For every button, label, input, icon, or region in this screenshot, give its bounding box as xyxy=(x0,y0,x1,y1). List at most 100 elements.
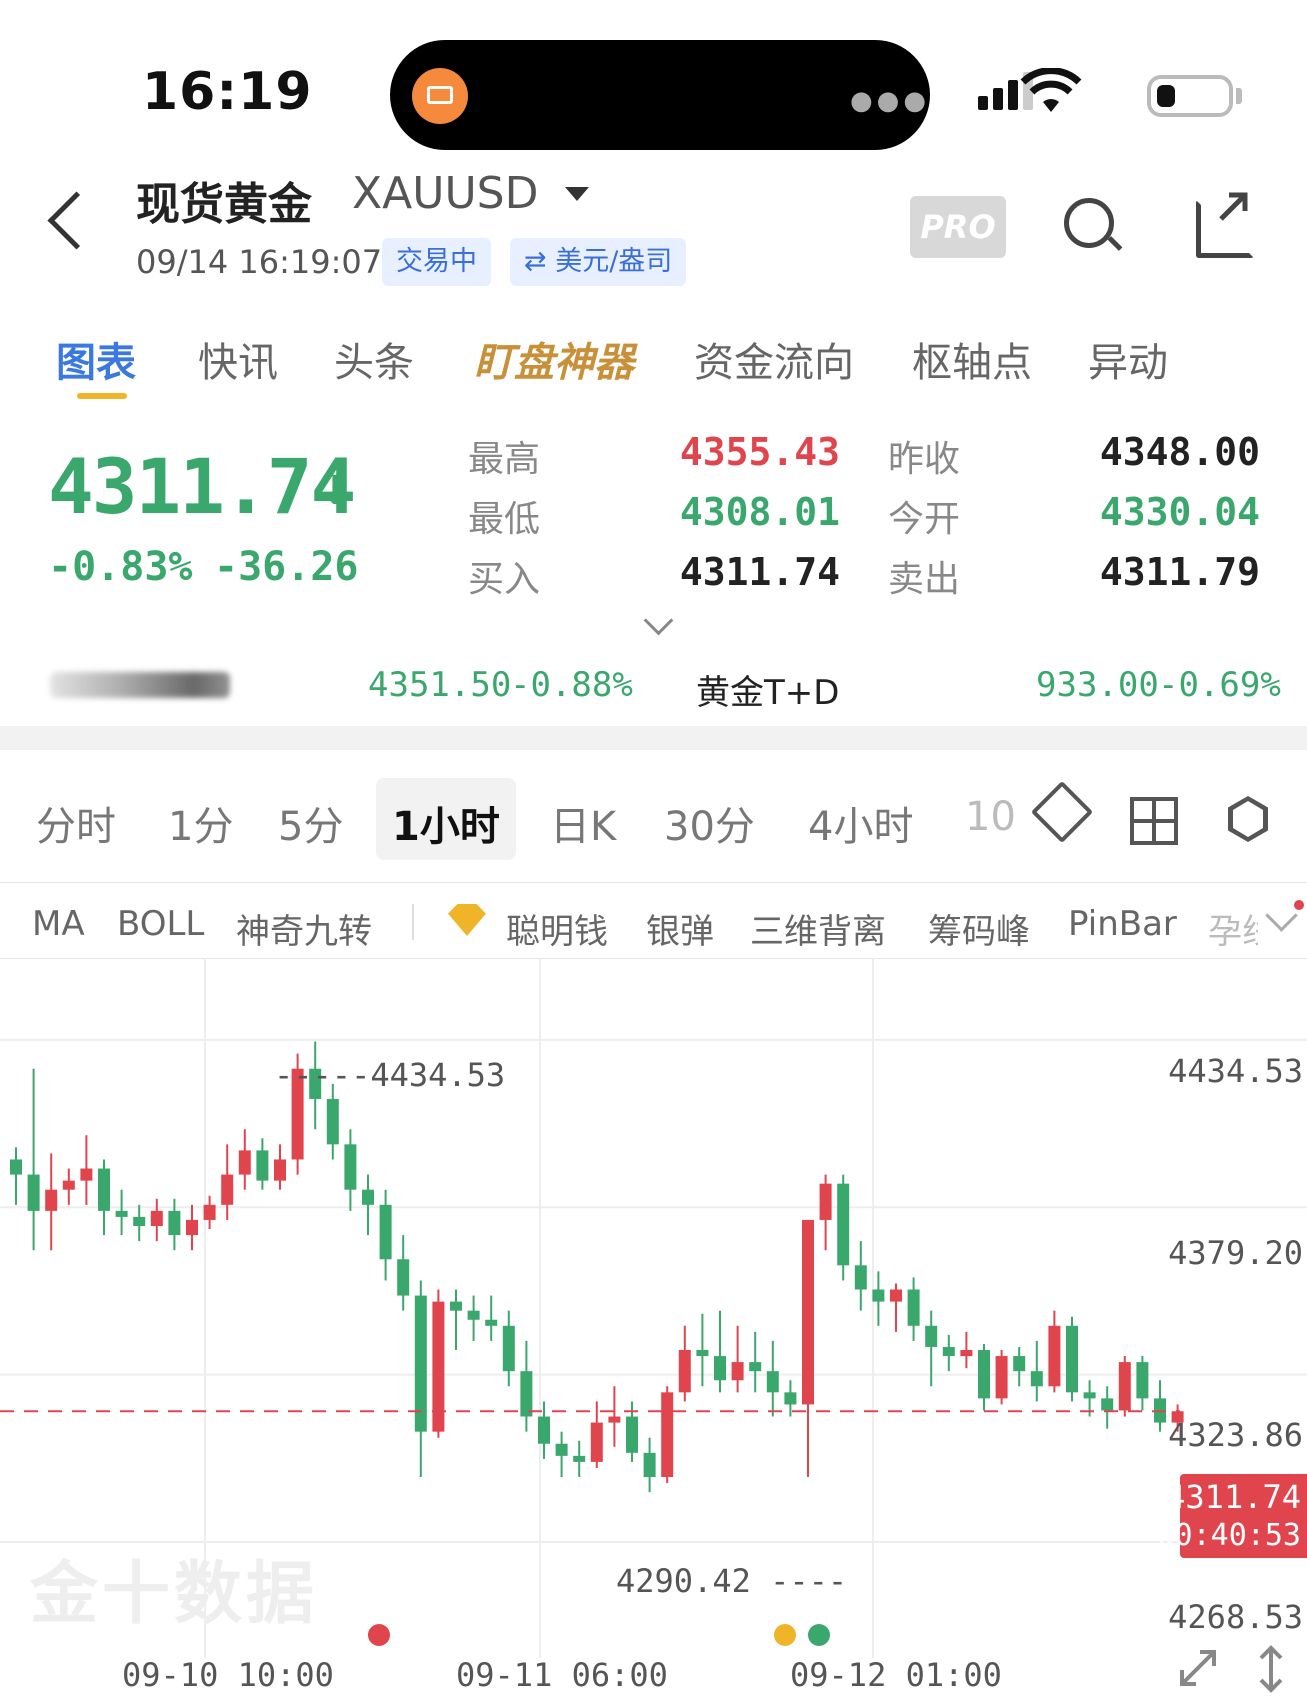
candle xyxy=(133,1204,146,1242)
unit-badge[interactable]: ⇄ 美元/盎司 xyxy=(510,238,687,286)
tab-anomaly[interactable]: 异动 xyxy=(1088,330,1168,388)
candle xyxy=(27,1068,40,1251)
last-price: 4311.74 xyxy=(48,442,356,531)
tab-chart[interactable]: 图表 xyxy=(56,330,136,388)
tab-news[interactable]: 快讯 xyxy=(198,330,278,388)
high-value: 4355.43 xyxy=(679,430,840,474)
chevron-down-icon[interactable] xyxy=(1265,899,1298,932)
candle xyxy=(520,1340,533,1432)
candle xyxy=(872,1271,885,1326)
indicator-smart-money[interactable]: 聪明钱 xyxy=(506,904,608,953)
min-annotation: 4290.42 ---- xyxy=(616,1562,848,1600)
open-label: 今开 xyxy=(888,499,961,540)
candle xyxy=(326,1083,339,1160)
candle xyxy=(1118,1356,1131,1417)
candle xyxy=(1030,1340,1043,1402)
candle xyxy=(802,1219,814,1478)
candle xyxy=(749,1331,762,1393)
indicator-separator xyxy=(412,904,414,940)
battery-icon xyxy=(1147,75,1233,117)
indicator-divergence[interactable]: 三维背离 xyxy=(750,904,886,953)
period-1m[interactable]: 1分 xyxy=(168,794,233,852)
tab-capital-flow[interactable]: 资金流向 xyxy=(694,330,854,388)
indicator-boll[interactable]: BOLL xyxy=(117,904,204,944)
active-tab-indicator xyxy=(77,393,127,399)
candle xyxy=(362,1174,374,1236)
indicator-harami[interactable]: 孕线 xyxy=(1208,904,1258,953)
candle xyxy=(80,1135,93,1205)
tab-monitor[interactable]: 盯盘神器 xyxy=(474,330,634,388)
indicator-pinbar[interactable]: PinBar xyxy=(1068,904,1177,944)
related-2-name[interactable]: 黄金T+D xyxy=(696,665,839,714)
change-absolute: -36.26 xyxy=(214,544,359,590)
low-label: 最低 xyxy=(468,499,541,540)
ask-label: 卖出 xyxy=(888,559,961,600)
candle xyxy=(854,1241,867,1311)
expand-chevron-icon[interactable] xyxy=(643,605,674,636)
candle xyxy=(1136,1356,1149,1411)
event-marker[interactable] xyxy=(368,1624,390,1646)
share-icon[interactable] xyxy=(1196,192,1254,258)
instrument-title: 现货黄金 xyxy=(136,179,312,230)
indicator-ma[interactable]: MA xyxy=(32,904,85,944)
period-1h[interactable]: 1小时 xyxy=(392,794,500,852)
back-icon[interactable] xyxy=(47,191,106,250)
period-5m[interactable]: 5分 xyxy=(278,794,343,852)
period-daily[interactable]: 日K xyxy=(550,794,616,852)
fullscreen-icon[interactable] xyxy=(1176,1646,1220,1694)
candle xyxy=(10,1147,22,1205)
scroll-updown-icon[interactable] xyxy=(1256,1644,1286,1698)
indicator-chip-peak[interactable]: 筹码峰 xyxy=(928,904,1030,953)
indicator-td9[interactable]: 神奇九转 xyxy=(236,904,372,953)
candle xyxy=(274,1144,286,1190)
open-value: 4330.04 xyxy=(1099,490,1260,534)
period-more[interactable]: 10 xyxy=(965,794,1016,840)
quote-datetime: 09/14 16:19:07 xyxy=(136,243,383,281)
status-badge: 交易中 xyxy=(382,238,491,286)
change-percent: -0.83% xyxy=(48,544,193,590)
candle xyxy=(467,1295,480,1341)
candle xyxy=(414,1280,427,1478)
event-marker[interactable] xyxy=(808,1624,830,1646)
period-timeshare[interactable]: 分时 xyxy=(36,794,116,852)
candle xyxy=(714,1310,726,1393)
layout-grid-icon[interactable] xyxy=(1130,797,1178,845)
candle xyxy=(450,1289,462,1350)
candle xyxy=(397,1235,410,1311)
notification-dot xyxy=(1294,900,1304,910)
candle xyxy=(115,1189,128,1236)
period-30m[interactable]: 30分 xyxy=(664,794,755,852)
candle xyxy=(1101,1386,1114,1429)
blurred-instrument-name xyxy=(50,672,230,698)
diamond-icon xyxy=(448,904,486,936)
candle xyxy=(643,1437,656,1493)
candle xyxy=(661,1386,674,1484)
candle xyxy=(978,1343,990,1411)
search-icon[interactable] xyxy=(1064,198,1114,248)
event-marker[interactable] xyxy=(774,1624,796,1646)
wifi-icon xyxy=(1020,67,1082,118)
settings-hexagon-icon[interactable] xyxy=(1228,796,1268,842)
candle xyxy=(1048,1310,1061,1393)
candlestick-chart[interactable] xyxy=(0,958,1307,1658)
section-divider xyxy=(0,726,1307,750)
tab-headlines[interactable]: 头条 xyxy=(334,330,414,388)
indicator-silver-bullet[interactable]: 银弹 xyxy=(646,904,714,953)
candle xyxy=(150,1198,163,1242)
caret-down-icon[interactable] xyxy=(565,187,589,201)
candle xyxy=(62,1168,75,1205)
instrument-symbol[interactable]: XAUUSD xyxy=(352,168,538,219)
y-tick-label: 4379.20 xyxy=(1168,1234,1303,1272)
max-annotation: -----4434.53 xyxy=(274,1056,506,1094)
mail-app-icon[interactable] xyxy=(412,68,468,124)
candle xyxy=(731,1325,744,1393)
last-price-value: 4311.74 xyxy=(1166,1478,1301,1516)
draw-tool-icon[interactable] xyxy=(1030,780,1094,844)
period-4h[interactable]: 4小时 xyxy=(808,794,913,852)
candle xyxy=(379,1189,392,1281)
pro-button[interactable]: PRO xyxy=(910,196,1006,258)
prev-close-label: 昨收 xyxy=(888,439,961,480)
tab-pivot[interactable]: 枢轴点 xyxy=(912,330,1032,388)
candle xyxy=(890,1283,902,1332)
candle xyxy=(221,1144,234,1220)
